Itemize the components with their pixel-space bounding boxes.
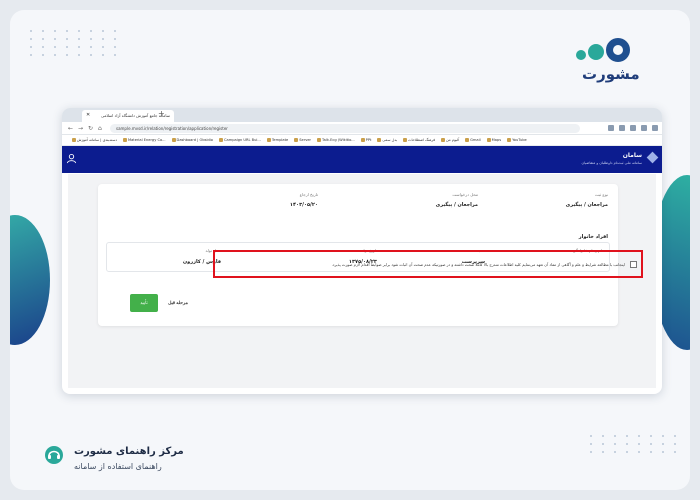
address-bar-row: ← → ↻ ⌂ sample.mvsd.ir/relation/registra…	[62, 122, 662, 135]
bookmark-item[interactable]: Server	[294, 138, 311, 142]
extension-icons	[608, 125, 658, 131]
bookmark-label: Maps	[491, 138, 502, 142]
star-icon[interactable]	[608, 125, 614, 131]
bookmark-label: دسته‌بندی | سامانه آموزش	[77, 138, 117, 142]
slide-frame: مشورت سامانه جامع آموزش دانشگاه آزاد اسل…	[10, 10, 690, 490]
bookmark-label: Talk.Ecg (Wikitio...	[322, 138, 355, 142]
previous-step-button[interactable]: مرحله قبل	[162, 294, 194, 312]
app-logo-icon	[646, 151, 659, 164]
support-headset-icon	[45, 446, 63, 464]
bookmark-item[interactable]: Campaign URL Bui...	[219, 138, 261, 142]
brand-logo: مشورت	[576, 38, 648, 86]
bookmark-icon	[171, 138, 176, 142]
app-header: سامان سامانه ملی ثبت‌نام داوطلبان و متقا…	[62, 146, 662, 173]
bookmark-label: Campaign URL Bui...	[224, 138, 261, 142]
bookmark-item[interactable]: Maps	[486, 138, 502, 142]
extension-icon[interactable]	[630, 125, 636, 131]
new-tab-icon[interactable]: +	[158, 109, 165, 118]
bookmark-icon	[377, 138, 382, 142]
request-label: محل درخواست	[452, 192, 478, 197]
brand-name: مشورت	[582, 65, 640, 83]
bookmark-label: بدل سمی	[382, 138, 398, 142]
bookmark-icon	[123, 138, 127, 142]
app-subtitle: سامانه ملی ثبت‌نام داوطلبان و متقاضیان	[581, 161, 642, 165]
bookmark-item[interactable]: Template	[266, 138, 289, 142]
section-title: افراد خانوار	[578, 234, 608, 240]
bookmark-label: Server	[299, 138, 312, 142]
bookmark-icon	[266, 138, 271, 142]
confirm-button[interactable]: تأیید	[130, 294, 158, 312]
bookmark-icon	[294, 138, 299, 142]
profile-icon[interactable]	[641, 125, 647, 131]
forward-icon[interactable]: →	[78, 125, 83, 132]
menu-icon[interactable]	[652, 125, 658, 131]
back-icon[interactable]: ←	[68, 125, 73, 132]
bookmark-label: Gmail	[470, 138, 481, 142]
reload-icon[interactable]: ↻	[88, 125, 93, 132]
bookmark-item[interactable]: دسته‌بندی | سامانه آموزش	[72, 138, 117, 142]
reg-type-label: نوع ثبت	[594, 192, 608, 197]
footer-subtitle: راهنمای استفاده از سامانه	[74, 462, 162, 471]
bookmark-icon	[219, 138, 223, 142]
bookmark-icon	[72, 138, 76, 142]
bookmark-item[interactable]: بدل سمی	[377, 138, 397, 142]
bookmark-item[interactable]: Dashboard | Obsidio	[171, 138, 213, 142]
bookmark-item[interactable]: YouTube	[507, 138, 527, 142]
bookmark-icon	[441, 138, 446, 142]
bookmark-icon	[507, 138, 512, 142]
bookmark-label: آلبوم من	[446, 138, 460, 142]
bookmark-icon	[465, 138, 470, 142]
bookmark-label: PPt	[365, 138, 372, 142]
reg-type-value: مراجعان / پیگیری	[565, 202, 608, 208]
user-icon[interactable]	[66, 153, 77, 164]
terms-highlight-box: اینجانب با مطالعه شرایط و علم و آگاهی از…	[213, 250, 643, 278]
terms-text: اینجانب با مطالعه شرایط و علم و آگاهی از…	[331, 262, 625, 267]
bookmark-item[interactable]: Talk.Ecg (Wikitio...	[317, 138, 355, 142]
browser-window: سامانه جامع آموزش دانشگاه آزاد اسلامی ✕ …	[62, 108, 662, 394]
bookmark-icon	[317, 138, 322, 142]
page-content: نوع ثبت مراجعان / پیگیری محل درخواست مرا…	[68, 174, 656, 388]
footer-title: مرکز راهنمای مشورت	[74, 446, 184, 457]
terms-checkbox[interactable]	[630, 261, 637, 268]
bookmark-label: Dashboard | Obsidio	[176, 138, 213, 142]
browser-tab-strip: سامانه جامع آموزش دانشگاه آزاد اسلامی ✕ …	[62, 108, 662, 122]
bookmark-item[interactable]: Gmail	[465, 138, 481, 142]
ref-date-label: تاریخ ارجاع	[299, 192, 318, 197]
extension-icon[interactable]	[619, 125, 625, 131]
ref-date-value: ۱۴۰۳/۰۵/۲۰	[289, 202, 318, 208]
url-field[interactable]: sample.mvsd.ir/relation/registration/app…	[110, 124, 580, 133]
bookmark-label: فرهنگ اصطلاحات	[408, 138, 436, 142]
bookmark-item[interactable]: Material Energy Co...	[123, 138, 166, 142]
dot-grid-bottom-right	[590, 435, 682, 453]
request-value: مراجعان / پیگیری	[435, 202, 478, 208]
bookmark-icon	[360, 138, 365, 142]
bookmarks-bar: دسته‌بندی | سامانه آموزش Material Energy …	[62, 135, 662, 146]
bookmark-icon	[486, 138, 491, 142]
bookmark-label: Material Energy Co...	[128, 138, 166, 142]
close-tab-icon[interactable]: ✕	[86, 112, 90, 118]
bookmark-label: Template	[271, 138, 289, 142]
home-icon[interactable]: ⌂	[98, 125, 102, 132]
bookmark-icon	[403, 138, 408, 142]
app-title: سامان	[622, 152, 642, 159]
bookmark-label: YouTube	[512, 138, 527, 142]
bookmark-item[interactable]: آلبوم من	[441, 138, 459, 142]
bookmark-item[interactable]: PPt	[360, 138, 372, 142]
dot-grid-top-left	[30, 30, 122, 56]
bookmark-item[interactable]: فرهنگ اصطلاحات	[403, 138, 435, 142]
decorative-wave-left	[10, 215, 50, 345]
